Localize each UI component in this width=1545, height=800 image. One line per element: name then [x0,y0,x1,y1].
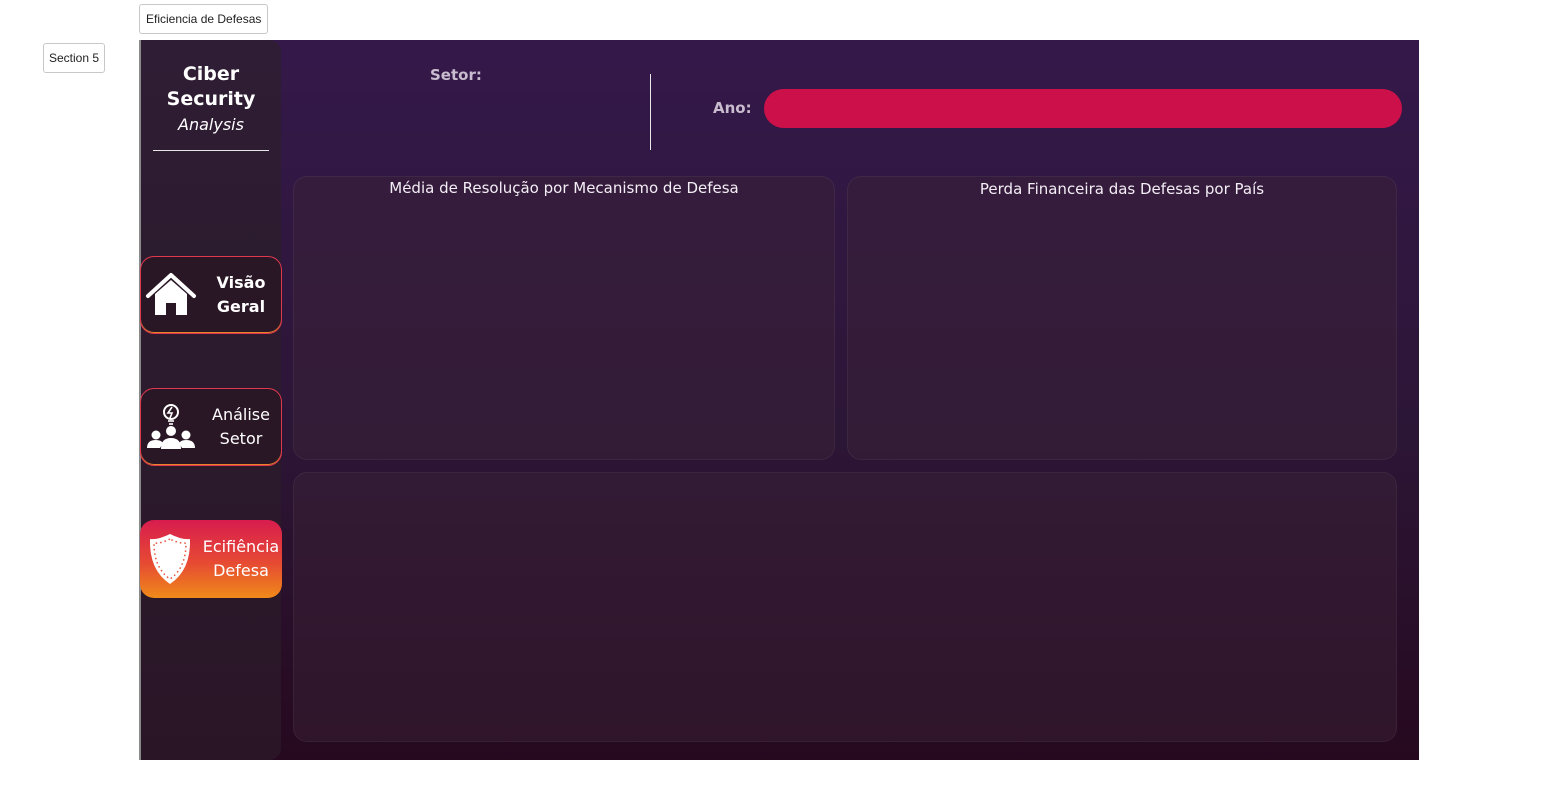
sidebar: Ciber Security Analysis Visão Geral Anál… [139,40,282,760]
nav-label: Análise Setor [201,403,281,451]
brand-divider [153,150,269,151]
brand-title-line1: Ciber [182,63,240,85]
nav-label-line1: Ecifiência [202,537,280,556]
chart-card-perda-financeira: Perda Financeira das Defesas por País [847,176,1397,460]
home-icon [141,272,201,318]
filter-divider [650,74,651,150]
brand-title-line2: Security [166,88,256,110]
shield-icon [140,532,200,586]
chart-title: Média de Resolução por Mecanismo de Defe… [389,179,739,197]
nav-button-visao-geral[interactable]: Visão Geral [140,256,282,334]
nav-button-analise-setor[interactable]: Análise Setor [140,388,282,466]
report-canvas: Ciber Security Analysis Visão Geral Anál… [139,40,1419,760]
nav-label-line2: Setor [219,429,263,448]
nav-label-line1: Análise [212,405,270,424]
brand-subtitle: Analysis [178,115,244,134]
sector-filter-label: Setor: [430,66,482,84]
nav-button-eficiencia-defesa[interactable]: Ecifiência Defesa [140,520,282,598]
nav-label-line1: Visão [216,273,266,292]
section-tab[interactable]: Section 5 [43,43,106,73]
year-filter-label: Ano: [713,99,752,117]
chart-card-bottom [293,472,1397,742]
nav-label: Ecifiência Defesa [200,535,282,583]
chart-card-resolucao: Média de Resolução por Mecanismo de Defe… [293,176,835,460]
nav-label: Visão Geral [201,271,281,319]
nav-label-line2: Defesa [213,561,269,580]
brand: Ciber Security Analysis [153,62,269,138]
team-idea-icon [141,403,201,451]
page-tab[interactable]: Eficiencia de Defesas [139,4,269,34]
nav-label-line2: Geral [216,297,266,316]
chart-title: Perda Financeira das Defesas por País [979,180,1265,198]
year-slicer[interactable] [764,89,1402,128]
